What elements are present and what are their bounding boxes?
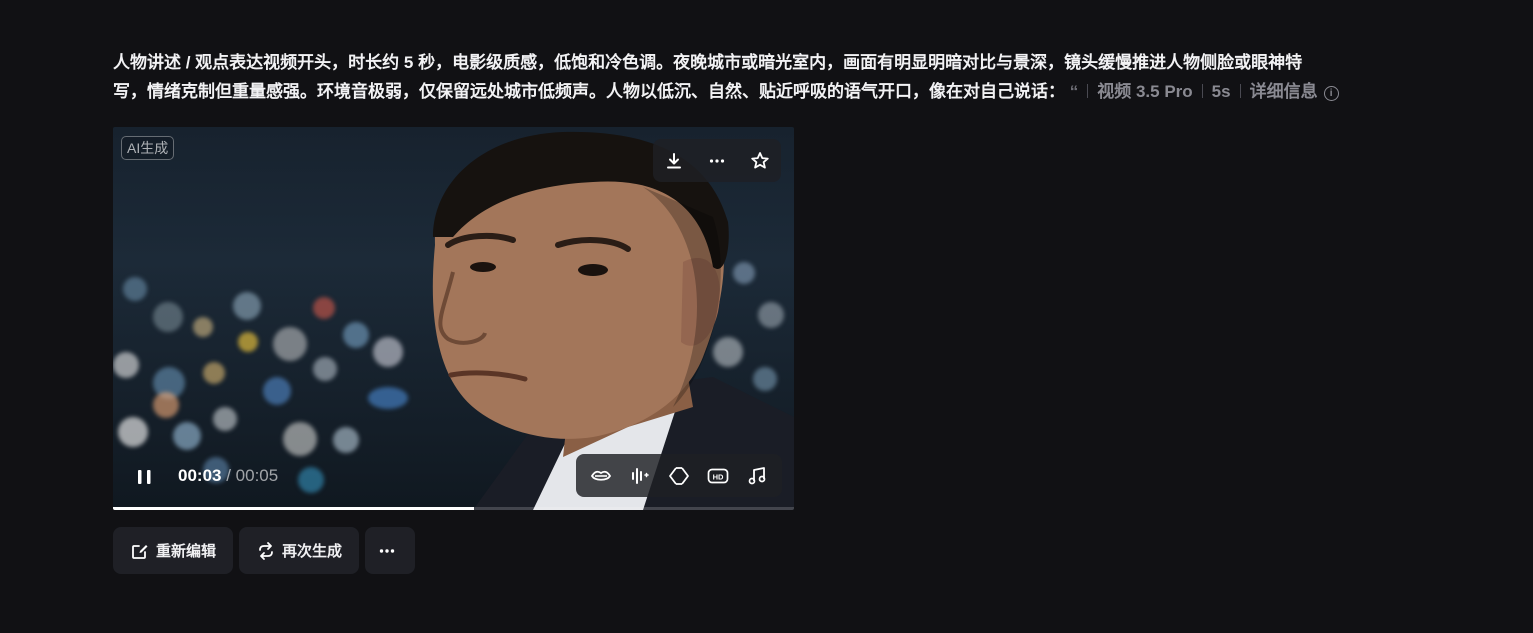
prompt-text: 人物讲述 / 观点表达视频开头，时长约 5 秒，电影级质感，低饱和冷色调。夜晚城…	[113, 48, 1493, 106]
page: 人物讲述 / 观点表达视频开头，时长约 5 秒，电影级质感，低饱和冷色调。夜晚城…	[0, 0, 1533, 633]
prompt-line-2: 写，情绪克制但重量感强。环境音极弱，仅保留远处城市低频声。人物以低沉、自然、贴近…	[113, 77, 1493, 106]
video-progress-bar[interactable]	[113, 507, 794, 510]
music-icon[interactable]	[742, 461, 772, 491]
more-actions-button[interactable]	[365, 527, 416, 574]
reedit-button[interactable]: 重新编辑	[113, 527, 234, 574]
total-time: 00:05	[235, 466, 279, 485]
video-progress-fill	[113, 507, 474, 510]
time-separator: /	[221, 466, 236, 485]
quote-fragment: “	[1069, 82, 1079, 101]
regenerate-button[interactable]: 再次生成	[239, 527, 360, 574]
playback-time: 00:03 / 00:05	[178, 466, 278, 486]
video-bottom-toolbar: HD	[576, 454, 782, 497]
meta-divider	[1201, 84, 1203, 98]
subject-figure	[432, 131, 794, 510]
meta-divider	[1087, 84, 1089, 98]
model-label: 视频 3.5 Pro	[1097, 82, 1193, 101]
edit-icon	[132, 544, 148, 559]
meta-divider	[1239, 84, 1241, 98]
prompt-meta: “ 视频 3.5 Pro 5s 详细信息 i	[1070, 82, 1339, 101]
more-icon	[379, 548, 395, 553]
hd-icon[interactable]: HD	[703, 461, 733, 491]
star-icon[interactable]	[745, 146, 775, 176]
extend-icon[interactable]	[664, 461, 694, 491]
video-top-toolbar	[653, 139, 781, 182]
info-icon[interactable]: i	[1323, 86, 1339, 101]
current-time: 00:03	[178, 466, 222, 485]
download-icon[interactable]	[659, 146, 689, 176]
video-player[interactable]: AI生成 00:03 / 00:05 HD	[113, 127, 794, 510]
pause-button[interactable]	[133, 467, 157, 487]
lip-sync-icon[interactable]	[586, 461, 616, 491]
reedit-label: 重新编辑	[156, 543, 217, 560]
duration-label: 5s	[1211, 82, 1231, 101]
details-link[interactable]: 详细信息	[1250, 82, 1318, 101]
regenerate-label: 再次生成	[282, 543, 343, 560]
voice-edit-icon[interactable]	[625, 461, 655, 491]
regenerate-icon	[259, 541, 273, 560]
prompt-line-2-text: 写，情绪克制但重量感强。环境音极弱，仅保留远处城市低频声。人物以低沉、自然、贴近…	[113, 82, 1065, 101]
action-bar: 重新编辑 再次生成	[113, 527, 416, 574]
ai-generated-badge: AI生成	[121, 136, 175, 160]
svg-text:HD: HD	[712, 472, 723, 481]
more-icon[interactable]	[702, 146, 732, 176]
prompt-line-1: 人物讲述 / 观点表达视频开头，时长约 5 秒，电影级质感，低饱和冷色调。夜晚城…	[113, 53, 1303, 72]
